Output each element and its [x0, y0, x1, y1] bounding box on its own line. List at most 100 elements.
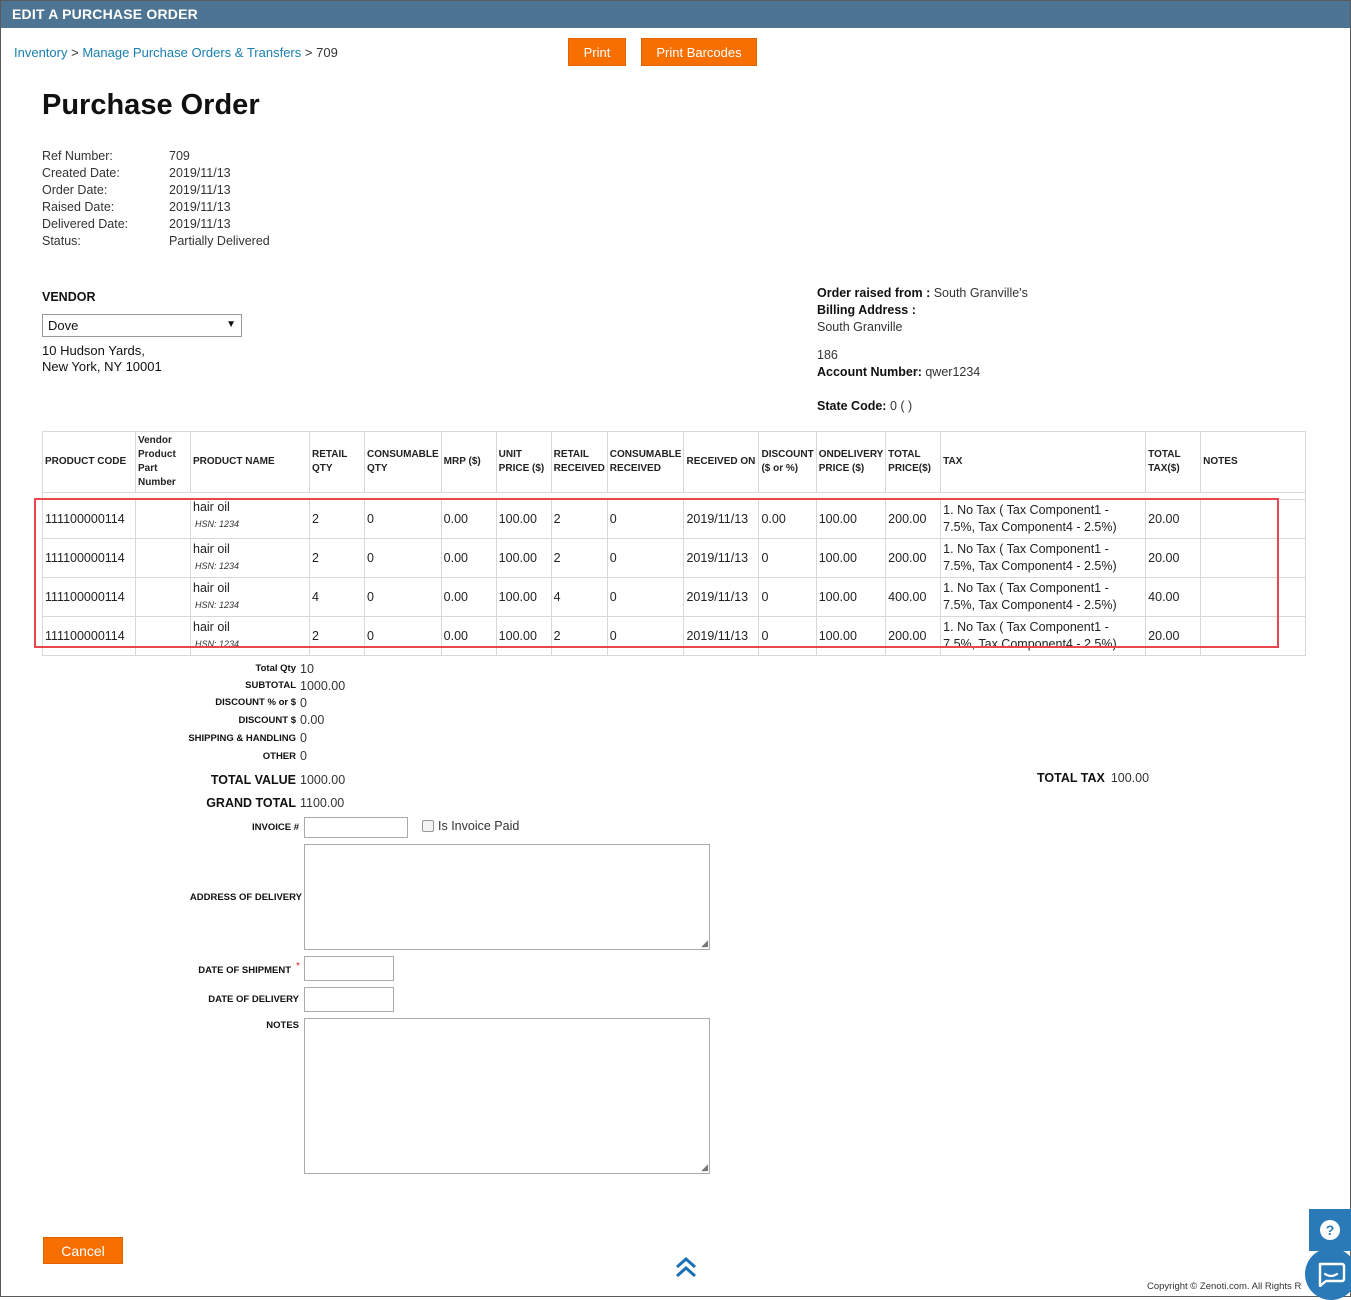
invoice-paid-checkbox[interactable]: [422, 820, 434, 832]
cell-notes: [1200, 499, 1307, 539]
grand-total-value: 1100.00: [300, 795, 345, 810]
cell-product-code: 111100000114: [42, 538, 136, 578]
state-code: State Code: 0 ( ): [817, 398, 1028, 415]
info-label: Created Date:: [42, 166, 120, 180]
tax-line: 1. No Tax ( Tax Component1 -: [943, 581, 1109, 595]
cell-product-name: hair oil HSN: 1234: [190, 616, 310, 656]
state-code-label: State Code:: [817, 399, 887, 413]
address-of-delivery-textarea[interactable]: ◢: [304, 844, 710, 950]
subtotal-label: SUBTOTAL: [245, 680, 296, 691]
grand-total-row: GRAND TOTAL 1100.00: [150, 791, 345, 814]
cell-consumable-qty: 0: [364, 499, 442, 539]
tax-line: 1. No Tax ( Tax Component1 -: [943, 503, 1109, 517]
cell-retail-received: 2: [550, 499, 608, 539]
product-name: hair oil: [193, 542, 230, 556]
date-of-delivery-label: DATE OF DELIVERY: [208, 994, 299, 1005]
discount-amt-value: 0.00: [300, 713, 325, 727]
cell-ondelivery-price: 100.00: [815, 499, 887, 539]
discount-pct-label: DISCOUNT % or $: [215, 697, 296, 708]
shipping-value: 0: [300, 731, 307, 745]
cell-received-on: 2019/11/13: [683, 616, 760, 656]
cell-retail-received: 4: [550, 577, 608, 617]
copyright-text: Copyright © Zenoti.com. All Rights R: [1147, 1281, 1302, 1292]
invoice-input[interactable]: [304, 817, 408, 838]
cell-consumable-qty: 0: [364, 538, 442, 578]
other-label: OTHER: [262, 750, 296, 762]
cell-total-tax: 20.00: [1145, 616, 1202, 656]
product-name: hair oil: [193, 620, 230, 634]
cell-total-price: 400.00: [885, 577, 942, 617]
caret-down-icon: ▼: [226, 319, 236, 330]
cell-received-on: 2019/11/13: [683, 538, 760, 578]
order-raised-from: Order raised from : South Granville's: [817, 285, 1028, 302]
help-button[interactable]: ?: [1309, 1209, 1351, 1251]
col-header-received-on: RECEIVED ON: [683, 431, 760, 493]
product-name: hair oil: [193, 581, 230, 595]
info-value: 2019/11/13: [169, 217, 231, 231]
cell-total-price: 200.00: [885, 538, 942, 578]
total-value-value: 1000.00: [300, 772, 346, 787]
total-qty-label: Total Qty: [255, 663, 296, 674]
info-value: 709: [169, 149, 190, 163]
col-header-consumable-qty: CONSUMABLE QTY: [364, 431, 442, 493]
cell-mrp: 0.00: [440, 577, 497, 617]
cell-unit-price: 100.00: [495, 616, 552, 656]
cell-notes: [1200, 616, 1307, 656]
print-button[interactable]: Print: [568, 38, 626, 66]
order-info-list: Ref Number: 709 Created Date: 2019/11/13 O…: [42, 149, 270, 251]
account-number: Account Number: qwer1234: [817, 364, 1028, 381]
cell-vendor-part: [135, 616, 191, 656]
cancel-button[interactable]: Cancel: [43, 1237, 123, 1264]
col-header-product-name: PRODUCT NAME: [190, 431, 310, 493]
tax-line: 1. No Tax ( Tax Component1 -: [943, 620, 1109, 634]
vendor-address: 10 Hudson Yards, New York, NY 10001: [42, 343, 162, 375]
shipping-row: SHIPPING & HANDLING 0: [150, 729, 345, 747]
col-header-unit-price: UNIT PRICE ($): [495, 431, 552, 493]
total-value-label: TOTAL VALUE: [210, 772, 296, 787]
info-row-delivered: Delivered Date: 2019/11/13: [42, 217, 270, 234]
col-header-vendor-part: Vendor Product Part Number: [135, 431, 191, 493]
date-of-shipment-input[interactable]: [304, 956, 394, 981]
hsn-code: HSN: 1234: [195, 600, 240, 610]
totals-section: Total Qty 10 SUBTOTAL 1000.00 DISCOUNT % o…: [150, 660, 345, 814]
hsn-code: HSN: 1234: [195, 519, 240, 529]
resize-handle-icon[interactable]: ◢: [701, 939, 708, 948]
vendor-select[interactable]: Dove ▼: [42, 314, 242, 337]
invoice-label: INVOICE #: [252, 822, 299, 833]
breadcrumb-manage-link[interactable]: Manage Purchase Orders & Transfers: [82, 45, 301, 60]
breadcrumb-separator: >: [71, 45, 79, 60]
cell-mrp: 0.00: [440, 616, 497, 656]
cell-discount: 0: [758, 577, 817, 617]
resize-handle-icon[interactable]: ◢: [701, 1163, 708, 1172]
table-header-row: PRODUCT CODE Vendor Product Part Number …: [42, 431, 1307, 493]
info-label: Ref Number:: [42, 149, 113, 163]
info-row-raised: Raised Date: 2019/11/13: [42, 200, 270, 217]
cell-unit-price: 100.00: [495, 499, 552, 539]
cell-total-price: 200.00: [885, 616, 942, 656]
hsn-code: HSN: 1234: [195, 639, 240, 649]
col-header-retail-received: RETAIL RECEIVED: [550, 431, 608, 493]
cell-vendor-part: [135, 499, 191, 539]
double-chevron-up-icon[interactable]: [674, 1256, 698, 1281]
cell-product-code: 111100000114: [42, 616, 136, 656]
notes-label: NOTES: [266, 1020, 299, 1031]
info-label: Status:: [42, 234, 81, 248]
chat-button[interactable]: [1305, 1248, 1351, 1300]
col-header-discount: DISCOUNT ($ or %): [758, 431, 817, 493]
info-value: 2019/11/13: [169, 166, 231, 180]
cell-retail-qty: 2: [309, 499, 365, 539]
date-of-delivery-input[interactable]: [304, 987, 394, 1012]
cell-product-name: hair oil HSN: 1234: [190, 538, 310, 578]
print-barcodes-button[interactable]: Print Barcodes: [641, 38, 757, 66]
breadcrumb-inventory-link[interactable]: Inventory: [14, 45, 67, 60]
other-row: OTHER 0: [150, 747, 345, 765]
total-value-row: TOTAL VALUE 1000.00: [150, 768, 345, 791]
tax-line: 1. No Tax ( Tax Component1 -: [943, 542, 1109, 556]
notes-textarea[interactable]: ◢: [304, 1018, 710, 1174]
cell-mrp: 0.00: [440, 538, 497, 578]
vendor-address-line1: 10 Hudson Yards,: [42, 343, 145, 358]
tax-line: 7.5%, Tax Component4 - 2.5%): [943, 520, 1117, 534]
cell-notes: [1200, 538, 1307, 578]
page-title: Purchase Order: [42, 89, 260, 121]
cell-total-tax: 20.00: [1145, 538, 1202, 578]
